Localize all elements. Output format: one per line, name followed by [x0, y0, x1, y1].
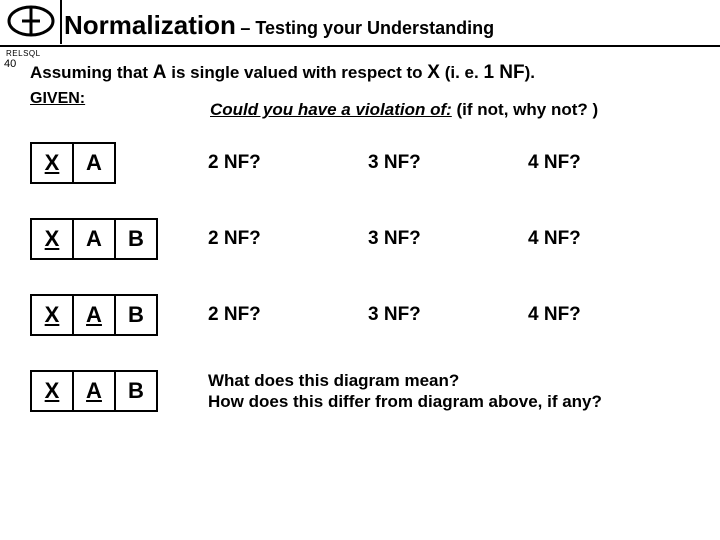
cell-b: B [114, 218, 158, 260]
text: Assuming that [30, 63, 153, 82]
cell-a: A [72, 142, 116, 184]
nf1: 1 NF [483, 62, 524, 83]
cell-x: X [30, 142, 74, 184]
q-3nf: 3 NF? [368, 228, 528, 250]
q-3nf: 3 NF? [368, 152, 528, 174]
row4-line1: What does this diagram mean? [208, 371, 459, 390]
var-a: A [153, 62, 167, 83]
schema-row-4: X A B What does this diagram mean? How d… [30, 370, 696, 413]
cell-x: X [30, 294, 74, 336]
q-2nf: 2 NF? [208, 304, 368, 326]
q-3nf: 3 NF? [368, 304, 528, 326]
text: (i. e. [440, 63, 483, 82]
cell-a: A [72, 370, 116, 412]
schema-cells: X A B [30, 294, 180, 336]
schema-row-1: X A 2 NF? 3 NF? 4 NF? [30, 142, 696, 184]
q-4nf: 4 NF? [528, 228, 688, 250]
q-2nf: 2 NF? [208, 228, 368, 250]
text: ). [525, 63, 535, 82]
schema-cells: X A B [30, 218, 180, 260]
cell-a: A [72, 218, 116, 260]
logo-icon [6, 4, 56, 43]
q-2nf: 2 NF? [208, 152, 368, 174]
assumption-line: Assuming that A is single valued with re… [30, 62, 696, 84]
relsql-label: RELSQL [6, 49, 720, 58]
row4-line2: How does this differ from diagram above,… [208, 392, 602, 411]
title-main: Normalization [64, 10, 236, 40]
q-4nf: 4 NF? [528, 304, 688, 326]
q-4nf: 4 NF? [528, 152, 688, 174]
slide-header: Normalization – Testing your Understandi… [0, 0, 720, 47]
page-number: 40 [4, 58, 16, 70]
var-x: X [427, 62, 440, 83]
title-block: Normalization – Testing your Understandi… [64, 10, 720, 43]
cell-b: B [114, 370, 158, 412]
text: is single valued with respect to [167, 63, 428, 82]
could-underline: Could you have a violation of: [210, 100, 452, 119]
could-rest: (if not, why not? ) [452, 100, 598, 119]
schema-cells: X A B [30, 370, 180, 412]
cell-x: X [30, 370, 74, 412]
cell-a: A [72, 294, 116, 336]
schema-row-2: X A B 2 NF? 3 NF? 4 NF? [30, 218, 696, 260]
schema-cells: X A [30, 142, 180, 184]
cell-x: X [30, 218, 74, 260]
could-question: Could you have a violation of: (if not, … [210, 100, 598, 120]
cell-b: B [114, 294, 158, 336]
row4-question: What does this diagram mean? How does th… [208, 370, 602, 413]
title-sub: – Testing your Understanding [240, 18, 494, 38]
given-label: GIVEN: [30, 90, 210, 108]
schema-row-3: X A B 2 NF? 3 NF? 4 NF? [30, 294, 696, 336]
